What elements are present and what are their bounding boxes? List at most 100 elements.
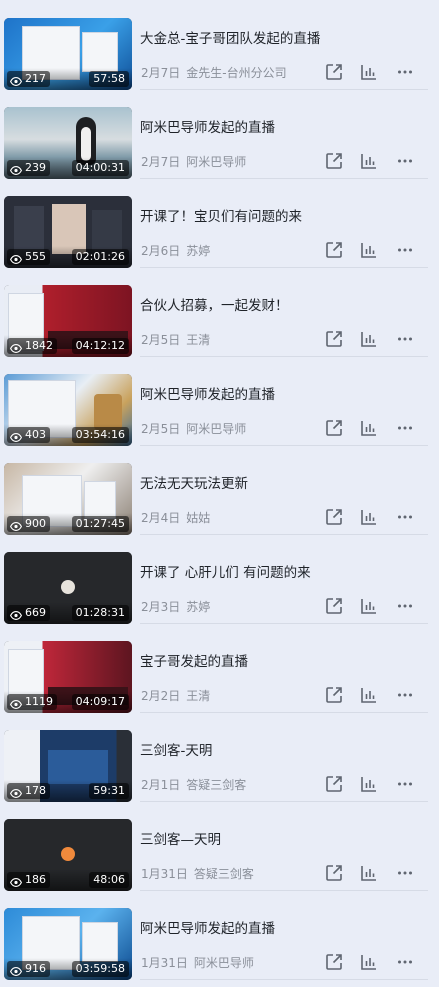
more-options-button[interactable]	[395, 62, 415, 82]
list-item[interactable]: 217 57:58 大金总-宝子哥团队发起的直播 2月7日 金先生-台州分公司	[0, 0, 439, 90]
list-item[interactable]: 900 01:27:45 无法无天玩法更新 2月4日 姑姑	[0, 445, 439, 535]
video-meta: 2月7日 阿米巴导师	[141, 153, 246, 170]
more-options-button[interactable]	[395, 685, 415, 705]
more-options-button[interactable]	[395, 952, 415, 972]
share-button[interactable]	[324, 685, 344, 705]
more-options-button[interactable]	[395, 774, 415, 794]
video-thumbnail[interactable]: 1119 04:09:17	[4, 641, 132, 713]
video-thumbnail[interactable]: 916 03:59:58	[4, 908, 132, 980]
more-icon	[396, 63, 414, 81]
share-button[interactable]	[324, 863, 344, 883]
video-thumbnail[interactable]: 217 57:58	[4, 18, 132, 90]
eye-icon	[9, 698, 23, 709]
share-button[interactable]	[324, 240, 344, 260]
thumbnail-detail	[92, 210, 122, 250]
share-button[interactable]	[324, 507, 344, 527]
video-title[interactable]: 阿米巴导师发起的直播	[140, 917, 420, 937]
video-title[interactable]: 阿米巴导师发起的直播	[140, 116, 420, 136]
share-button[interactable]	[324, 329, 344, 349]
list-item[interactable]: 403 03:54:16 阿米巴导师发起的直播 2月5日 阿米巴导师	[0, 356, 439, 446]
video-thumbnail[interactable]: 186 48:06	[4, 819, 132, 891]
view-count: 1119	[25, 695, 53, 708]
view-count-badge: 403	[7, 427, 50, 443]
statistics-button[interactable]	[359, 685, 379, 705]
more-icon	[396, 597, 414, 615]
view-count: 555	[25, 250, 46, 263]
video-meta: 2月5日 王清	[141, 331, 210, 348]
more-icon	[396, 953, 414, 971]
view-count: 1842	[25, 339, 53, 352]
video-thumbnail[interactable]: 900 01:27:45	[4, 463, 132, 535]
video-title[interactable]: 无法无天玩法更新	[140, 472, 420, 492]
view-count: 239	[25, 161, 46, 174]
video-author: 阿米巴导师	[193, 956, 254, 970]
view-count-badge: 916	[7, 961, 50, 977]
statistics-button[interactable]	[359, 863, 379, 883]
list-item[interactable]: 1119 04:09:17 宝子哥发起的直播 2月2日 王清	[0, 623, 439, 713]
more-options-button[interactable]	[395, 418, 415, 438]
eye-icon	[9, 75, 23, 86]
duration-badge: 02:01:26	[71, 249, 129, 265]
list-item[interactable]: 178 59:31 三剑客-天明 2月1日 答疑三剑客	[0, 712, 439, 802]
share-button[interactable]	[324, 596, 344, 616]
statistics-button[interactable]	[359, 329, 379, 349]
thumbnail-detail	[82, 922, 118, 962]
view-count: 217	[25, 72, 46, 85]
view-count-badge: 555	[7, 249, 50, 265]
video-meta: 2月7日 金先生-台州分公司	[141, 64, 287, 81]
more-options-button[interactable]	[395, 596, 415, 616]
list-item[interactable]: 186 48:06 三剑客—天明 1月31日 答疑三剑客	[0, 801, 439, 891]
list-item[interactable]: 239 04:00:31 阿米巴导师发起的直播 2月7日 阿米巴导师	[0, 89, 439, 179]
share-icon	[325, 330, 343, 348]
video-thumbnail[interactable]: 178 59:31	[4, 730, 132, 802]
duration-badge: 59:31	[89, 783, 129, 799]
video-date: 2月6日	[141, 244, 181, 258]
statistics-button[interactable]	[359, 418, 379, 438]
statistics-button[interactable]	[359, 507, 379, 527]
statistics-button[interactable]	[359, 151, 379, 171]
more-options-button[interactable]	[395, 507, 415, 527]
video-title[interactable]: 合伙人招募，一起发财！	[140, 294, 420, 314]
share-button[interactable]	[324, 418, 344, 438]
video-thumbnail[interactable]: 1842 04:12:12	[4, 285, 132, 357]
list-item[interactable]: 916 03:59:58 阿米巴导师发起的直播 1月31日 阿米巴导师	[0, 890, 439, 980]
share-button[interactable]	[324, 774, 344, 794]
video-title[interactable]: 三剑客—天明	[140, 828, 420, 848]
share-button[interactable]	[324, 62, 344, 82]
video-thumbnail[interactable]: 555 02:01:26	[4, 196, 132, 268]
share-icon	[325, 63, 343, 81]
statistics-button[interactable]	[359, 62, 379, 82]
statistics-button[interactable]	[359, 774, 379, 794]
share-button[interactable]	[324, 151, 344, 171]
list-item[interactable]: 555 02:01:26 开课了！宝贝们有问题的来 2月6日 苏婷	[0, 178, 439, 268]
video-title[interactable]: 宝子哥发起的直播	[140, 650, 420, 670]
more-options-button[interactable]	[395, 863, 415, 883]
video-meta: 1月31日 阿米巴导师	[141, 954, 254, 971]
video-thumbnail[interactable]: 669 01:28:31	[4, 552, 132, 624]
more-options-button[interactable]	[395, 329, 415, 349]
video-title[interactable]: 开课了！宝贝们有问题的来	[140, 205, 420, 225]
statistics-button[interactable]	[359, 240, 379, 260]
video-author: 答疑三剑客	[186, 778, 247, 792]
duration-badge: 04:09:17	[71, 694, 129, 710]
view-count: 916	[25, 962, 46, 975]
video-author: 答疑三剑客	[193, 867, 254, 881]
video-title[interactable]: 大金总-宝子哥团队发起的直播	[140, 27, 420, 47]
more-options-button[interactable]	[395, 151, 415, 171]
video-author: 王清	[186, 333, 211, 347]
video-thumbnail[interactable]: 403 03:54:16	[4, 374, 132, 446]
statistics-button[interactable]	[359, 952, 379, 972]
statistics-button[interactable]	[359, 596, 379, 616]
thumbnail-detail	[48, 750, 108, 784]
share-button[interactable]	[324, 952, 344, 972]
bar-chart-icon	[360, 241, 378, 259]
list-item[interactable]: 669 01:28:31 开课了 心肝儿们 有问题的来 2月3日 苏婷	[0, 534, 439, 624]
eye-icon	[9, 876, 23, 887]
video-title[interactable]: 三剑客-天明	[140, 739, 420, 759]
video-thumbnail[interactable]: 239 04:00:31	[4, 107, 132, 179]
video-title[interactable]: 阿米巴导师发起的直播	[140, 383, 420, 403]
list-item[interactable]: 1842 04:12:12 合伙人招募，一起发财！ 2月5日 王清	[0, 267, 439, 357]
more-options-button[interactable]	[395, 240, 415, 260]
view-count: 900	[25, 517, 46, 530]
video-title[interactable]: 开课了 心肝儿们 有问题的来	[140, 561, 420, 581]
